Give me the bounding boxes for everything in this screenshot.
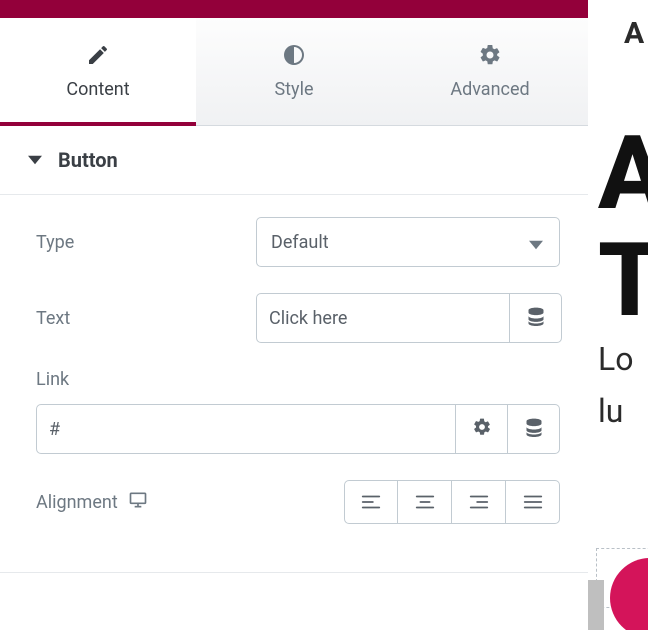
section-header[interactable]: Button bbox=[0, 126, 588, 195]
tab-style[interactable]: Style bbox=[196, 18, 392, 125]
alignment-group bbox=[344, 480, 560, 524]
text-label: Text bbox=[36, 308, 256, 329]
tab-content[interactable]: Content bbox=[0, 18, 196, 125]
tab-advanced[interactable]: Advanced bbox=[392, 18, 588, 125]
link-input-group bbox=[36, 404, 560, 454]
section-title: Button bbox=[58, 148, 118, 172]
align-right-button[interactable] bbox=[452, 480, 506, 524]
type-select-value: Default bbox=[271, 232, 329, 253]
preview-text: A bbox=[624, 16, 644, 51]
row-link: Link bbox=[36, 369, 560, 454]
row-alignment: Alignment bbox=[36, 480, 560, 524]
row-type: Type Default bbox=[36, 217, 560, 267]
link-input[interactable] bbox=[36, 404, 456, 454]
align-justify-button[interactable] bbox=[506, 480, 560, 524]
alignment-label: Alignment bbox=[36, 490, 256, 515]
section-controls: Type Default Text bbox=[0, 195, 588, 572]
pencil-icon bbox=[86, 43, 110, 67]
text-input[interactable] bbox=[256, 293, 510, 343]
top-accent-bar bbox=[0, 0, 588, 18]
link-label: Link bbox=[36, 369, 560, 390]
chevron-down-icon bbox=[529, 234, 545, 250]
canvas-preview: A A T Lo lu bbox=[588, 0, 648, 630]
desktop-icon[interactable] bbox=[128, 490, 148, 515]
database-icon bbox=[524, 417, 544, 441]
row-text: Text bbox=[36, 293, 560, 343]
text-input-group bbox=[256, 293, 562, 343]
type-select[interactable]: Default bbox=[256, 217, 560, 267]
preview-body: lu bbox=[598, 392, 623, 430]
contrast-icon bbox=[282, 43, 306, 67]
editor-panel: Content Style Advanced Button Type bbox=[0, 18, 588, 573]
preview-heading: A T bbox=[598, 120, 648, 334]
align-center-button[interactable] bbox=[398, 480, 452, 524]
dynamic-tags-button[interactable] bbox=[510, 293, 562, 343]
link-options-button[interactable] bbox=[456, 404, 508, 454]
preview-body: Lo bbox=[598, 340, 633, 378]
link-dynamic-tags-button[interactable] bbox=[508, 404, 560, 454]
preview-shadow bbox=[588, 580, 604, 630]
caret-down-icon bbox=[28, 153, 42, 167]
tab-advanced-label: Advanced bbox=[450, 79, 529, 100]
gear-icon bbox=[472, 417, 492, 441]
database-icon bbox=[526, 306, 546, 330]
type-label: Type bbox=[36, 232, 256, 253]
section-button: Button Type Default Text bbox=[0, 126, 588, 573]
panel-tabs: Content Style Advanced bbox=[0, 18, 588, 126]
align-left-button[interactable] bbox=[344, 480, 398, 524]
tab-style-label: Style bbox=[274, 79, 313, 100]
tab-content-label: Content bbox=[66, 79, 129, 100]
gear-icon bbox=[478, 43, 502, 67]
